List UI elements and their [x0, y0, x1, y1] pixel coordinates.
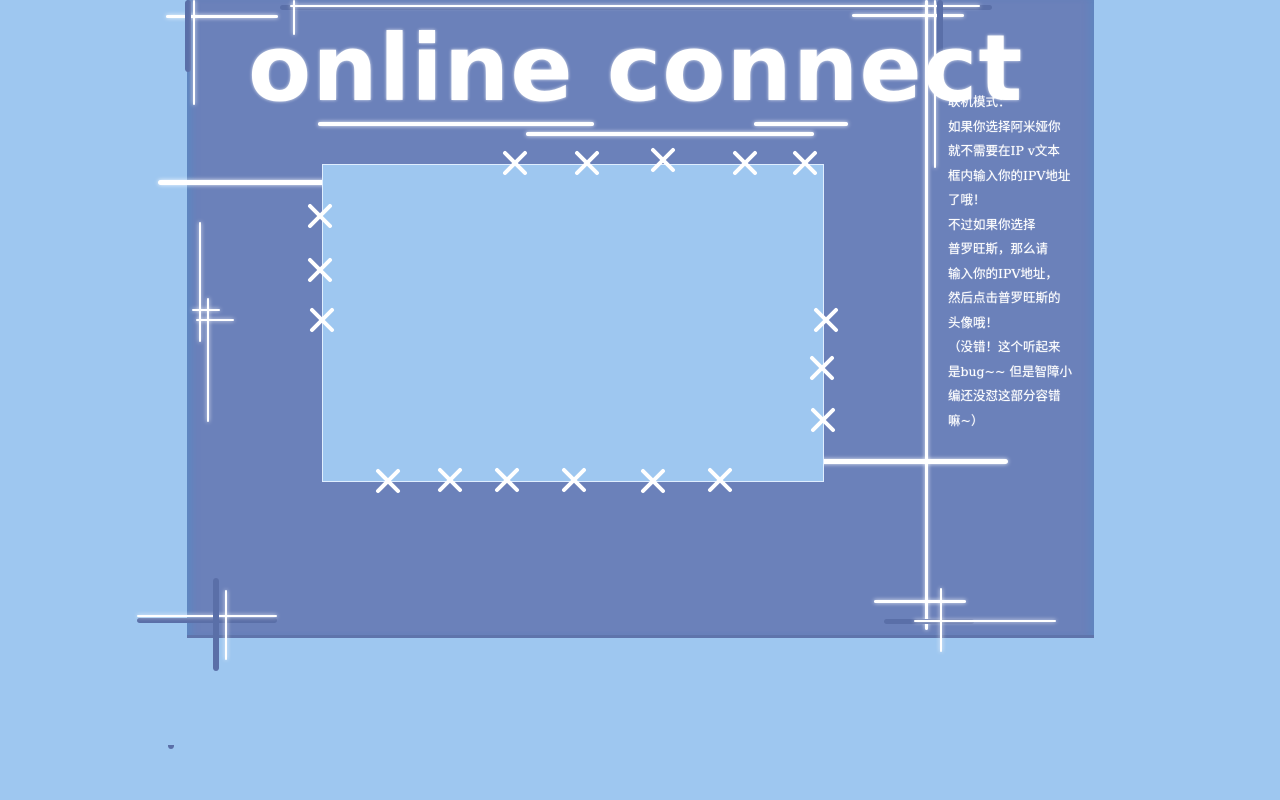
left-mid-horizontal — [192, 309, 220, 311]
title-underline-3 — [754, 122, 848, 126]
page-title: online connect — [248, 15, 1024, 122]
bottom-left-dark-vertical — [213, 578, 219, 671]
ip-address-input[interactable] — [322, 164, 824, 482]
top-left-dark-vertical — [185, 0, 191, 72]
info-line: 是bug~~ 但是智障小 — [948, 363, 1072, 379]
info-line: 头像哦！ — [948, 314, 999, 330]
bottom-right-vertical — [940, 588, 942, 652]
info-text: 联机模式： 如果你选择阿米娅你 就不需要在IP v文本 框内输入你的IPV地址 … — [948, 90, 1084, 433]
small-marker-icon — [168, 745, 174, 749]
info-line: 输入你的IPV地址， — [948, 265, 1058, 281]
bottom-right-line — [874, 600, 966, 603]
info-line: 不过如果你选择 — [948, 216, 1036, 232]
title-underline-2 — [526, 132, 814, 136]
title-underline-1 — [318, 122, 594, 126]
top-left-vertical — [193, 0, 195, 105]
bottom-right-white-line — [914, 620, 1056, 622]
left-mid-vertical-2 — [207, 298, 209, 422]
info-line: 框内输入你的IPV地址 — [948, 167, 1071, 183]
info-line: 嘛~） — [948, 412, 984, 428]
left-mid-vertical — [199, 222, 201, 342]
info-line: 普罗旺斯，那么请 — [948, 241, 1049, 256]
info-line: 了哦！ — [948, 192, 986, 207]
game-screen: online connect 联机模式： 如果你选择阿米娅你 就不需要在IP v… — [0, 0, 1280, 800]
info-line: 如果你选择阿米娅你 — [948, 118, 1061, 134]
info-line: 编还没怼这部分容错 — [948, 388, 1061, 403]
info-line: 就不需要在IP v文本 — [948, 143, 1060, 158]
info-line: （没错！这个听起来 — [948, 339, 1061, 354]
left-mid-horizontal-2 — [196, 319, 234, 321]
info-line: 联机模式： — [948, 94, 1011, 109]
top-white-line — [290, 5, 980, 7]
info-line: 然后点击普罗旺斯的 — [948, 290, 1061, 305]
bottom-left-white-vertical — [225, 590, 227, 660]
bottom-left-white-line — [137, 615, 277, 617]
bottom-left-dark-line — [137, 618, 277, 623]
